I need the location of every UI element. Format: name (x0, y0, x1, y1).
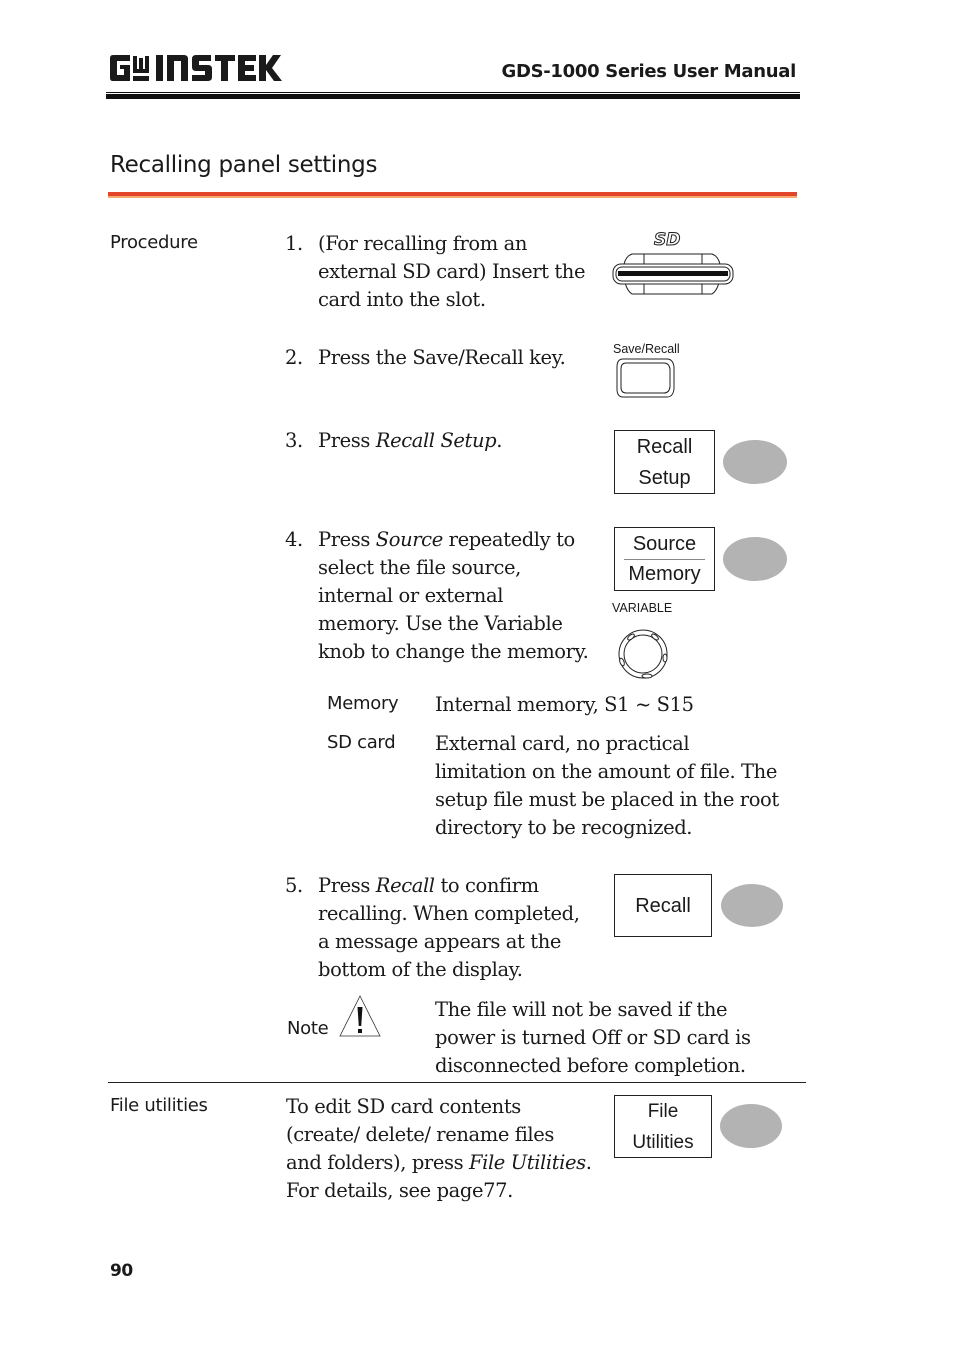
step-text-suffix: . (496, 429, 503, 452)
recall-setup-softkey-label: Recall Setup (614, 430, 715, 494)
option-desc-line: limitation on the amount of file. The (435, 760, 777, 783)
step-text-prefix: Press (318, 429, 376, 452)
step-number: 5. (285, 874, 303, 897)
option-desc-line: directory to be recognized. (435, 816, 693, 839)
file-utilities-softkey-label: File Utilities (614, 1095, 712, 1158)
svg-text:SD: SD (654, 230, 680, 250)
source-softkey-button[interactable] (723, 537, 787, 581)
softkey-reference: Recall (375, 874, 435, 897)
softkey-label-line: Setup (638, 467, 691, 489)
variable-knob-label: VARIABLE (612, 601, 673, 615)
section-rule-accent (108, 196, 797, 198)
step-text-line: bottom of the display. (318, 958, 523, 981)
step-5: 5. Press Recall to confirm recalling. Wh… (285, 872, 605, 984)
step-3: 3. Press Recall Setup. (285, 427, 605, 455)
note-text: The file will not be saved if the power … (435, 996, 805, 1080)
procedure-label: Procedure (110, 232, 198, 253)
note-text-line: power is turned Off or SD card is (435, 1026, 751, 1049)
note-label: Note (287, 1018, 329, 1039)
softkey-title: Source (632, 533, 697, 555)
step-number: 2. (285, 346, 303, 369)
header-rule-thick (106, 94, 800, 99)
softkey-reference: Recall Setup (375, 429, 497, 452)
page-reference[interactable]: For details, see page77. (286, 1177, 611, 1205)
step-text: Press Recall Setup. (318, 427, 605, 455)
option-desc-memory: Internal memory, S1 ~ S15 (435, 691, 805, 719)
file-utilities-line: To edit SD card contents (286, 1095, 521, 1118)
section-title: Recalling panel settings (110, 152, 378, 178)
save-recall-key[interactable] (615, 357, 677, 399)
variable-knob[interactable] (617, 628, 669, 680)
file-utilities-text: To edit SD card contents (create/ delete… (286, 1093, 611, 1205)
recall-softkey-button[interactable] (721, 884, 783, 927)
step-text: Press the Save/Recall key. (318, 346, 566, 369)
step-text-line: recalling. When completed, (318, 902, 580, 925)
step-text-line: internal or external (318, 584, 504, 607)
gw-instek-logo (108, 52, 284, 84)
step-number: 4. (285, 528, 303, 551)
step-text-line: memory. Use the Variable (318, 612, 563, 635)
source-memory-softkey-label: Source Memory (614, 527, 715, 591)
step-text-prefix: Press (318, 528, 376, 551)
step-text-line: external SD card) Insert the (318, 260, 586, 283)
option-desc-line: setup file must be placed in the root (435, 788, 779, 811)
text-prefix: and folders), press (286, 1151, 469, 1174)
step-1: 1. (For recalling from an external SD ca… (285, 230, 605, 314)
file-utilities-label: File utilities (110, 1095, 208, 1116)
option-desc-sd-card: External card, no practical limitation o… (435, 730, 805, 842)
step-2: 2. Press the Save/Recall key. (285, 344, 605, 372)
file-utilities-line: and folders), press File Utilities. (286, 1149, 611, 1177)
note-text-line: The file will not be saved if the (435, 998, 728, 1021)
step-text-line: knob to change the memory. (318, 640, 589, 663)
step-text-line: Press Recall to confirm (318, 872, 605, 900)
recall-setup-softkey-button[interactable] (723, 440, 787, 484)
manual-title: GDS-1000 Series User Manual (501, 61, 796, 82)
softkey-reference: File Utilities (468, 1151, 586, 1174)
option-name-memory: Memory (327, 693, 399, 714)
text-suffix: . (585, 1151, 592, 1174)
file-utilities-softkey-button[interactable] (720, 1104, 782, 1148)
file-utilities-line: (create/ delete/ rename files (286, 1123, 555, 1146)
section-divider (108, 1082, 806, 1083)
option-name-sd-card: SD card (327, 732, 396, 753)
step-text-line: card into the slot. (318, 288, 486, 311)
softkey-label-line: Recall (636, 436, 693, 458)
option-desc-line: Internal memory, S1 ~ S15 (435, 693, 694, 716)
step-text-suffix: repeatedly to (442, 528, 576, 551)
step-number: 3. (285, 429, 303, 452)
softkey-value: Memory (628, 563, 701, 585)
step-text-suffix: to confirm (434, 874, 539, 897)
header-rule-thin (106, 92, 800, 93)
step-4: 4. Press Source repeatedly to select the… (285, 526, 615, 666)
step-text-line: select the file source, (318, 556, 521, 579)
note-text-line: disconnected before completion. (435, 1054, 746, 1077)
step-text-line: (For recalling from an (318, 232, 528, 255)
step-text-prefix: Press (318, 874, 376, 897)
softkey-reference: Source (375, 528, 443, 551)
step-text-line: Press Source repeatedly to (318, 526, 615, 554)
recall-softkey-label: Recall (614, 874, 712, 937)
warning-icon (338, 994, 382, 1038)
option-desc-line: External card, no practical (435, 732, 690, 755)
step-number: 1. (285, 232, 303, 255)
softkey-label-line: Utilities (632, 1132, 694, 1153)
sd-card-slot-icon: SD (610, 228, 736, 300)
softkey-label-line: File (647, 1101, 679, 1122)
page-number: 90 (110, 1261, 133, 1281)
save-recall-key-label: Save/Recall (613, 342, 680, 356)
step-text-line: a message appears at the (318, 930, 561, 953)
